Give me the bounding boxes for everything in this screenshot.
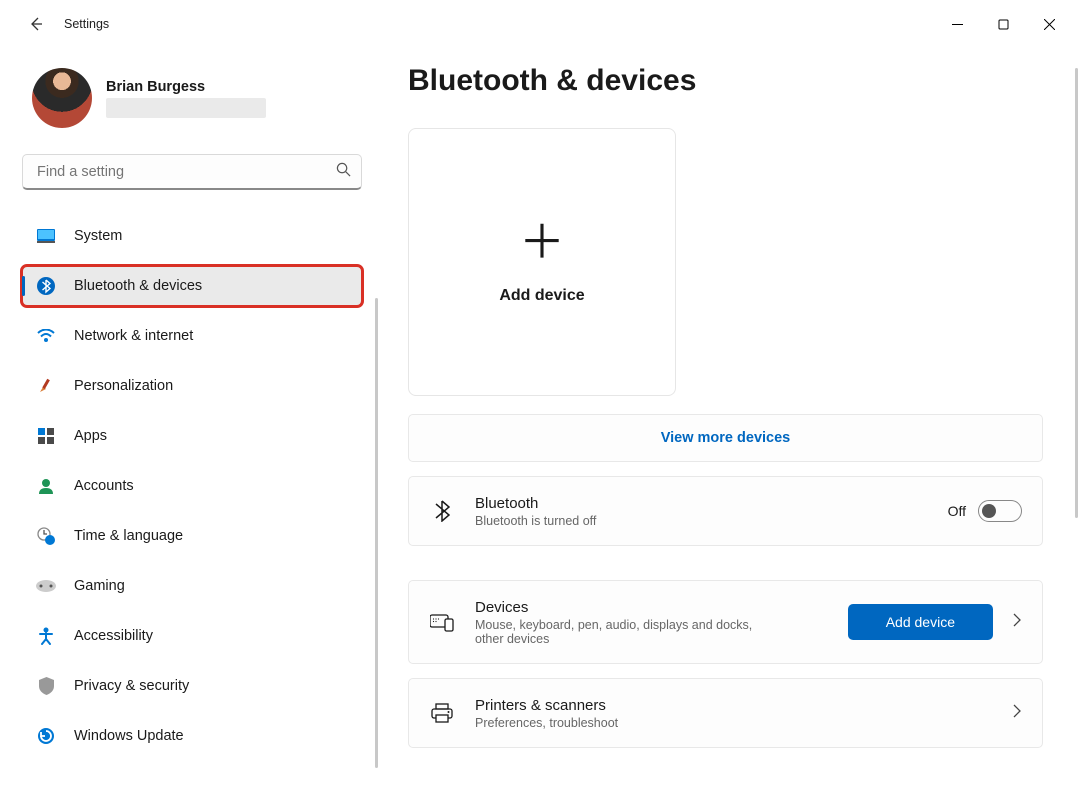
main-content: Bluetooth & devices ＋ Add device View mo… bbox=[378, 48, 1080, 800]
arrow-left-icon bbox=[28, 16, 44, 32]
minimize-button[interactable] bbox=[934, 8, 980, 40]
main-scrollbar[interactable] bbox=[1075, 68, 1078, 518]
avatar bbox=[32, 68, 92, 128]
sidebar-item-label: Apps bbox=[74, 428, 107, 444]
add-device-tile-label: Add device bbox=[499, 287, 584, 305]
shield-icon bbox=[36, 676, 56, 696]
devices-row-icon bbox=[429, 612, 455, 632]
search-icon bbox=[336, 162, 351, 182]
sidebar-item-privacy-security[interactable]: Privacy & security bbox=[22, 666, 362, 706]
sidebar-item-label: Accessibility bbox=[74, 628, 153, 644]
sidebar: Brian Burgess System Bluetooth & devices… bbox=[0, 48, 378, 800]
nav-list: System Bluetooth & devices Network & int… bbox=[22, 216, 366, 756]
sidebar-item-network[interactable]: Network & internet bbox=[22, 316, 362, 356]
gamepad-icon bbox=[36, 576, 56, 596]
chevron-right-icon bbox=[1013, 613, 1022, 632]
app-title: Settings bbox=[64, 17, 109, 31]
bluetooth-icon bbox=[36, 276, 56, 296]
printers-row-text: Printers & scanners Preferences, trouble… bbox=[475, 697, 993, 730]
clock-globe-icon bbox=[36, 526, 56, 546]
sidebar-item-system[interactable]: System bbox=[22, 216, 362, 256]
user-name: Brian Burgess bbox=[106, 79, 266, 95]
sidebar-item-accounts[interactable]: Accounts bbox=[22, 466, 362, 506]
bluetooth-row-icon bbox=[429, 500, 455, 522]
maximize-button[interactable] bbox=[980, 8, 1026, 40]
system-icon bbox=[36, 226, 56, 246]
search-input[interactable] bbox=[37, 164, 336, 180]
devices-row-sub: Mouse, keyboard, pen, audio, displays an… bbox=[475, 618, 775, 646]
sidebar-item-label: Bluetooth & devices bbox=[74, 278, 202, 294]
sidebar-item-apps[interactable]: Apps bbox=[22, 416, 362, 456]
back-button[interactable] bbox=[16, 4, 56, 44]
sidebar-item-personalization[interactable]: Personalization bbox=[22, 366, 362, 406]
sidebar-item-time-language[interactable]: Time & language bbox=[22, 516, 362, 556]
bluetooth-toggle[interactable] bbox=[978, 500, 1022, 522]
paintbrush-icon bbox=[36, 376, 56, 396]
devices-row-title: Devices bbox=[475, 599, 828, 616]
update-icon bbox=[36, 726, 56, 746]
view-more-label: View more devices bbox=[661, 430, 791, 446]
bluetooth-row-text: Bluetooth Bluetooth is turned off bbox=[475, 495, 928, 528]
close-button[interactable] bbox=[1026, 8, 1072, 40]
sidebar-item-label: Network & internet bbox=[74, 328, 193, 344]
sidebar-item-label: Time & language bbox=[74, 528, 183, 544]
person-icon bbox=[36, 476, 56, 496]
sidebar-item-label: System bbox=[74, 228, 122, 244]
sidebar-item-gaming[interactable]: Gaming bbox=[22, 566, 362, 606]
apps-icon bbox=[36, 426, 56, 446]
printers-row[interactable]: Printers & scanners Preferences, trouble… bbox=[408, 678, 1043, 748]
accessibility-icon bbox=[36, 626, 56, 646]
bluetooth-toggle-wrap: Off bbox=[948, 500, 1022, 522]
printers-row-sub: Preferences, troubleshoot bbox=[475, 716, 993, 730]
sidebar-item-label: Gaming bbox=[74, 578, 125, 594]
bluetooth-row-title: Bluetooth bbox=[475, 495, 928, 512]
sidebar-item-label: Personalization bbox=[74, 378, 173, 394]
close-icon bbox=[1044, 19, 1055, 30]
maximize-icon bbox=[998, 19, 1009, 30]
devices-row-text: Devices Mouse, keyboard, pen, audio, dis… bbox=[475, 599, 828, 646]
sidebar-item-label: Accounts bbox=[74, 478, 134, 494]
add-device-button[interactable]: Add device bbox=[848, 604, 993, 640]
profile-text: Brian Burgess bbox=[106, 79, 266, 118]
devices-row[interactable]: Devices Mouse, keyboard, pen, audio, dis… bbox=[408, 580, 1043, 664]
sidebar-item-accessibility[interactable]: Accessibility bbox=[22, 616, 362, 656]
bluetooth-toggle-label: Off bbox=[948, 503, 966, 519]
add-device-tile[interactable]: ＋ Add device bbox=[408, 128, 676, 396]
view-more-devices-link[interactable]: View more devices bbox=[408, 414, 1043, 462]
sidebar-item-label: Windows Update bbox=[74, 728, 184, 744]
printers-row-title: Printers & scanners bbox=[475, 697, 993, 714]
sidebar-item-label: Privacy & security bbox=[74, 678, 189, 694]
profile[interactable]: Brian Burgess bbox=[22, 68, 366, 128]
bluetooth-row[interactable]: Bluetooth Bluetooth is turned off Off bbox=[408, 476, 1043, 546]
page-title: Bluetooth & devices bbox=[408, 64, 1050, 98]
wifi-icon bbox=[36, 326, 56, 346]
chevron-right-icon bbox=[1013, 704, 1022, 723]
plus-icon: ＋ bbox=[519, 219, 565, 265]
sidebar-item-windows-update[interactable]: Windows Update bbox=[22, 716, 362, 756]
bluetooth-row-sub: Bluetooth is turned off bbox=[475, 514, 928, 528]
user-sub bbox=[106, 98, 266, 118]
title-bar: Settings bbox=[0, 0, 1080, 48]
printers-row-icon bbox=[429, 703, 455, 723]
search-box[interactable] bbox=[22, 154, 362, 190]
sidebar-item-bluetooth-devices[interactable]: Bluetooth & devices bbox=[22, 266, 362, 306]
window-controls bbox=[934, 8, 1072, 40]
minimize-icon bbox=[952, 19, 963, 30]
